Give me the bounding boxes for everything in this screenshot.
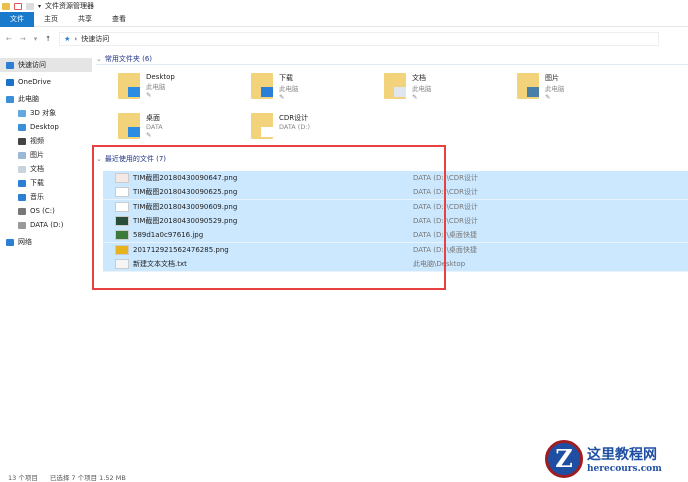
folder-tile[interactable]: 图片此电脑 ✎ bbox=[517, 73, 650, 101]
sidebar-item[interactable]: OneDrive bbox=[0, 75, 92, 89]
sidebar-item[interactable]: OS (C:) bbox=[0, 204, 92, 218]
drive-icon bbox=[18, 221, 26, 229]
navigation-pane: 快速访问 OneDrive 此电脑 3D 对象 Desktop 视频图片文档下载音乐 OS … bbox=[0, 58, 92, 249]
folder-tile[interactable]: CDR设计 DATA (D:) bbox=[251, 113, 384, 139]
tab-file[interactable]: 文件 bbox=[0, 12, 34, 27]
sidebar-item-label: OS (C:) bbox=[30, 207, 55, 215]
pin-icon[interactable]: ✎ bbox=[146, 91, 175, 99]
recent-dropdown-icon[interactable]: ▾ bbox=[34, 35, 38, 43]
sidebar-item-label: DATA (D:) bbox=[30, 221, 64, 229]
sidebar-item[interactable]: 文档 bbox=[0, 162, 92, 176]
folder-tile[interactable]: 桌面 DATA ✎ bbox=[118, 113, 251, 139]
folder-icon bbox=[517, 73, 539, 99]
folder-icon bbox=[118, 113, 140, 139]
sidebar-item-label: 音乐 bbox=[30, 193, 44, 201]
section-title: 常用文件夹 (6) bbox=[104, 54, 153, 63]
downloads-folder-icon bbox=[18, 179, 26, 187]
watermark-logo: Z 这里教程网 herecours.com bbox=[545, 440, 662, 478]
folder-name: CDR设计 bbox=[279, 114, 309, 122]
folder-icon bbox=[251, 73, 273, 99]
sidebar-item[interactable]: 下载 bbox=[0, 176, 92, 190]
sidebar-item-label: 下载 bbox=[30, 179, 44, 187]
chevron-down-icon: ⌄ bbox=[96, 54, 102, 63]
sidebar-item[interactable]: Desktop bbox=[0, 120, 92, 134]
folder-icon bbox=[118, 73, 140, 99]
watermark-url: herecours.com bbox=[587, 464, 662, 474]
chevron-right-icon: › bbox=[74, 35, 78, 43]
sidebar-item[interactable]: 视频 bbox=[0, 134, 92, 148]
sidebar-item[interactable]: DATA (D:) bbox=[0, 218, 92, 232]
sidebar-item[interactable]: 快速访问 bbox=[0, 58, 92, 72]
folder-location: DATA bbox=[146, 123, 163, 131]
back-icon[interactable]: ← bbox=[6, 35, 12, 43]
folder-location: 此电脑 bbox=[146, 83, 166, 91]
forward-icon[interactable]: → bbox=[20, 35, 26, 43]
navigation-bar: ← → ▾ ↑ ★ › 快速访问 bbox=[0, 31, 688, 47]
cube-folder-icon bbox=[18, 109, 26, 117]
up-icon[interactable]: ↑ bbox=[45, 35, 51, 43]
properties-icon[interactable] bbox=[14, 2, 22, 10]
sidebar-item[interactable]: 此电脑 bbox=[0, 92, 92, 106]
pin-icon[interactable]: ✎ bbox=[545, 93, 565, 101]
music-folder-icon bbox=[18, 193, 26, 201]
quick-access-dropdown-icon[interactable]: ▾ bbox=[38, 3, 41, 10]
sidebar-item-label: 3D 对象 bbox=[30, 109, 57, 117]
sidebar-item[interactable]: 网络 bbox=[0, 235, 92, 249]
address-bar[interactable]: ★ › 快速访问 bbox=[59, 32, 660, 46]
sidebar-item-label: Desktop bbox=[30, 123, 59, 131]
address-path: 快速访问 bbox=[81, 35, 110, 43]
drive-icon bbox=[18, 207, 26, 215]
sidebar-item-label: 网络 bbox=[18, 238, 32, 246]
video-folder-icon bbox=[18, 137, 26, 145]
frequent-folders-section: ⌄ 常用文件夹 (6) Desktop 此电脑 ✎ 下载 此电脑 ✎ 文档 此电脑 ✎ 图片 此电脑… bbox=[96, 53, 688, 139]
folder-location: DATA (D:) bbox=[279, 123, 311, 131]
watermark-title: 这里教程网 bbox=[587, 447, 657, 463]
computer-icon bbox=[6, 95, 14, 103]
sidebar-item-label: 此电脑 bbox=[18, 95, 39, 103]
folder-icon bbox=[384, 73, 406, 99]
frequent-folders-header[interactable]: ⌄ 常用文件夹 (6) bbox=[96, 53, 688, 65]
sidebar-item-label: 视频 bbox=[30, 137, 44, 145]
sidebar-item[interactable]: 音乐 bbox=[0, 190, 92, 204]
desktop-folder-icon bbox=[18, 123, 26, 131]
folder-icon bbox=[251, 113, 273, 139]
folder-location: 此电脑 bbox=[412, 85, 432, 93]
ribbon-tabs: 文件 主页 共享 查看 bbox=[0, 12, 688, 27]
pin-icon[interactable]: ✎ bbox=[146, 131, 163, 139]
network-icon bbox=[6, 238, 14, 246]
cloud-icon bbox=[6, 78, 14, 86]
folder-name: 图片 bbox=[545, 74, 559, 82]
star-icon: ★ bbox=[64, 35, 71, 43]
folder-icon bbox=[2, 2, 10, 10]
tab-share[interactable]: 共享 bbox=[68, 12, 102, 27]
tab-home[interactable]: 主页 bbox=[34, 12, 68, 27]
star-icon bbox=[6, 61, 14, 69]
pin-icon[interactable]: ✎ bbox=[279, 93, 299, 101]
logo-icon: Z bbox=[545, 440, 583, 478]
title-bar: ▾ 文件资源管理器 bbox=[0, 0, 688, 12]
sidebar-item[interactable]: 图片 bbox=[0, 148, 92, 162]
sidebar-item[interactable]: 3D 对象 bbox=[0, 106, 92, 120]
sidebar-item-label: 图片 bbox=[30, 151, 44, 159]
pictures-folder-icon bbox=[18, 151, 26, 159]
sidebar-item-label: OneDrive bbox=[18, 78, 51, 86]
sidebar-item-label: 文档 bbox=[30, 165, 44, 173]
highlight-annotation-box bbox=[92, 145, 446, 290]
folder-name: 桌面 bbox=[146, 114, 160, 122]
folder-name: Desktop bbox=[146, 73, 175, 81]
folder-name: 文档 bbox=[412, 74, 426, 82]
folder-tile[interactable]: 下载此电脑 ✎ bbox=[251, 73, 384, 101]
tab-view[interactable]: 查看 bbox=[102, 12, 136, 27]
sidebar-item-label: 快速访问 bbox=[18, 61, 46, 69]
folder-location: 此电脑 bbox=[279, 85, 299, 93]
documents-folder-icon bbox=[18, 165, 26, 173]
folder-tile[interactable]: 文档此电脑 ✎ bbox=[384, 73, 517, 101]
pin-icon[interactable]: ✎ bbox=[412, 93, 432, 101]
folder-location: 此电脑 bbox=[545, 85, 565, 93]
window-title: 文件资源管理器 bbox=[45, 2, 95, 10]
folder-tile[interactable]: Desktop 此电脑 ✎ bbox=[118, 73, 251, 101]
folder-name: 下载 bbox=[279, 74, 293, 82]
new-folder-icon[interactable] bbox=[26, 2, 34, 10]
